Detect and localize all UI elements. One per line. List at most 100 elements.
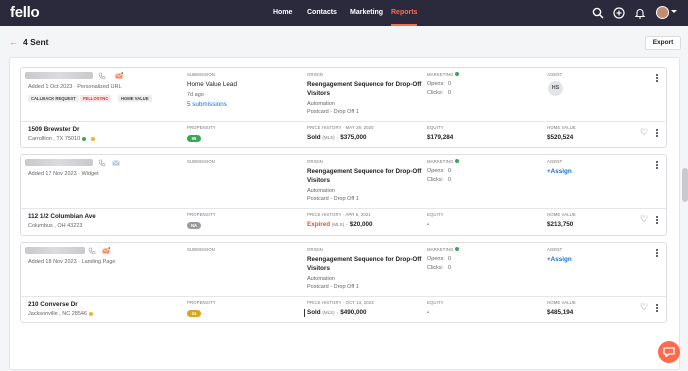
submission-label: Submission xyxy=(187,247,215,252)
property-city: Carrollton , TX 75010 xyxy=(28,136,81,142)
nav-reports[interactable]: Reports xyxy=(391,0,418,26)
equity-value: - xyxy=(427,221,430,228)
property-address[interactable]: 210 Converse Dr xyxy=(28,301,78,308)
redacted-name xyxy=(25,247,85,254)
chat-bubble-icon xyxy=(663,347,675,358)
nav-contacts[interactable]: Contacts xyxy=(307,0,337,26)
home-value: $485,194 xyxy=(547,309,574,316)
export-button[interactable]: Export xyxy=(645,36,681,50)
property-address[interactable]: 1509 Brewster Dr xyxy=(28,126,79,133)
property-address[interactable]: 112 1/2 Columbian Ave xyxy=(28,213,96,220)
user-avatar[interactable] xyxy=(656,6,669,19)
bell-icon[interactable] xyxy=(634,7,646,19)
origin-title[interactable]: Reengagement Sequence for Drop-Off Visit… xyxy=(307,81,425,98)
propensity-label: Propensity xyxy=(187,125,216,130)
verified-dot xyxy=(82,137,86,141)
mls-tag: (MLS) xyxy=(322,135,335,140)
propensity-label: Propensity xyxy=(187,300,216,305)
assign-agent-link[interactable]: +Assign xyxy=(547,168,572,175)
search-icon[interactable] xyxy=(592,7,604,19)
price-status: Sold xyxy=(307,309,321,316)
more-options-icon[interactable] xyxy=(656,74,659,84)
origin-type: Automation xyxy=(307,101,335,107)
submission-age: 7d ago xyxy=(187,92,204,98)
chevron-down-icon[interactable] xyxy=(671,10,677,13)
opens-value: 0 xyxy=(448,256,452,262)
mail-icon[interactable] xyxy=(112,159,120,167)
equity-value: - xyxy=(427,309,430,316)
warning-dot xyxy=(89,312,93,316)
marketing-label: Marketing xyxy=(427,247,454,252)
favorite-heart-icon[interactable]: ♡ xyxy=(640,215,648,224)
nav-home[interactable]: Home xyxy=(273,0,292,26)
mls-tag: (MLS) xyxy=(331,222,345,227)
redacted-name xyxy=(25,159,93,166)
submission-label: Submission xyxy=(187,159,215,164)
tag-list: CALLBACK REQUEST FELLOSYNC HOME VALUE xyxy=(28,95,198,102)
agent-avatar[interactable]: HS xyxy=(548,81,563,96)
phone-icon[interactable] xyxy=(98,159,106,167)
added-info: Added 18 Nov 2023 · Landing Page xyxy=(28,259,116,265)
more-options-icon[interactable] xyxy=(656,304,659,314)
text-cursor xyxy=(304,309,305,317)
mail-icon[interactable] xyxy=(102,247,110,255)
tag-home-value: HOME VALUE xyxy=(118,95,152,102)
origin-title[interactable]: Reengagement Sequence for Drop-Off Visit… xyxy=(307,168,425,185)
clicks-label: Clicks: xyxy=(427,177,444,183)
price-status: Expired xyxy=(307,221,331,228)
more-options-icon[interactable] xyxy=(656,249,659,259)
home-value-label: Home Value xyxy=(547,125,576,130)
favorite-heart-icon[interactable]: ♡ xyxy=(640,128,648,137)
price-history-label: Price History · Oct 13, 2023 xyxy=(307,300,374,305)
propensity-score: 95 xyxy=(187,135,201,142)
add-circle-icon[interactable] xyxy=(613,7,625,19)
chat-help-button[interactable] xyxy=(658,341,680,363)
origin-label: Origin xyxy=(307,72,323,77)
marketing-label: Marketing xyxy=(427,72,454,77)
more-options-icon[interactable] xyxy=(656,129,659,139)
card-divider xyxy=(21,121,666,122)
home-value: $213,750 xyxy=(547,221,574,228)
marketing-status-dot xyxy=(455,159,459,163)
favorite-heart-icon[interactable]: ♡ xyxy=(640,303,648,312)
warning-dot xyxy=(91,137,95,141)
redacted-name xyxy=(25,72,93,79)
mail-icon[interactable] xyxy=(115,72,123,80)
clicks-value: 0 xyxy=(448,90,452,96)
submission-title: Home Value Lead xyxy=(187,81,237,88)
back-arrow-icon[interactable]: ← xyxy=(9,37,18,47)
clicks-label: Clicks: xyxy=(427,265,444,271)
opens-label: Opens: xyxy=(427,256,445,262)
phone-icon[interactable] xyxy=(88,247,96,255)
price-value: $20,000 xyxy=(349,221,373,228)
property-city: Columbus , OH 43223 xyxy=(28,223,83,229)
lead-card: Added 17 Nov 2023 · Widget Submission Or… xyxy=(20,154,667,236)
propensity-score: NA xyxy=(187,222,201,229)
marketing-label: Marketing xyxy=(427,159,454,164)
price-history-label: Price History · May 29, 2020 xyxy=(307,125,374,130)
page-title: 4 Sent xyxy=(23,37,49,47)
origin-label: Origin xyxy=(307,247,323,252)
tag-fellosync: FELLOSYNC xyxy=(80,95,112,102)
price-value: $375,000 xyxy=(340,134,367,141)
fello-logo[interactable]: fello xyxy=(10,4,40,21)
price-history-label: Price History · Apr 6, 2021 xyxy=(307,212,371,217)
price-value: $490,000 xyxy=(340,309,367,316)
opens-label: Opens: xyxy=(427,168,445,174)
phone-icon[interactable] xyxy=(98,72,106,80)
origin-title[interactable]: Reengagement Sequence for Drop-Off Visit… xyxy=(307,256,425,273)
nav-marketing[interactable]: Marketing xyxy=(350,0,383,26)
equity-value: $179,284 xyxy=(427,134,454,141)
equity-label: Equity xyxy=(427,125,444,130)
origin-step: Postcard - Drop Off 1 xyxy=(307,109,359,115)
more-options-icon[interactable] xyxy=(656,216,659,226)
more-options-icon[interactable] xyxy=(656,161,659,171)
submissions-link[interactable]: 5 submissions xyxy=(187,101,227,108)
top-nav-bar: fello Home Contacts Marketing Reports xyxy=(0,0,688,26)
card-divider xyxy=(21,296,666,297)
agent-label: Agent xyxy=(547,247,563,252)
scrollbar-thumb[interactable] xyxy=(682,168,688,202)
price-history: Sold (MLS) · $375,000 xyxy=(307,134,367,141)
assign-agent-link[interactable]: +Assign xyxy=(547,256,572,263)
agent-label: Agent xyxy=(547,72,563,77)
